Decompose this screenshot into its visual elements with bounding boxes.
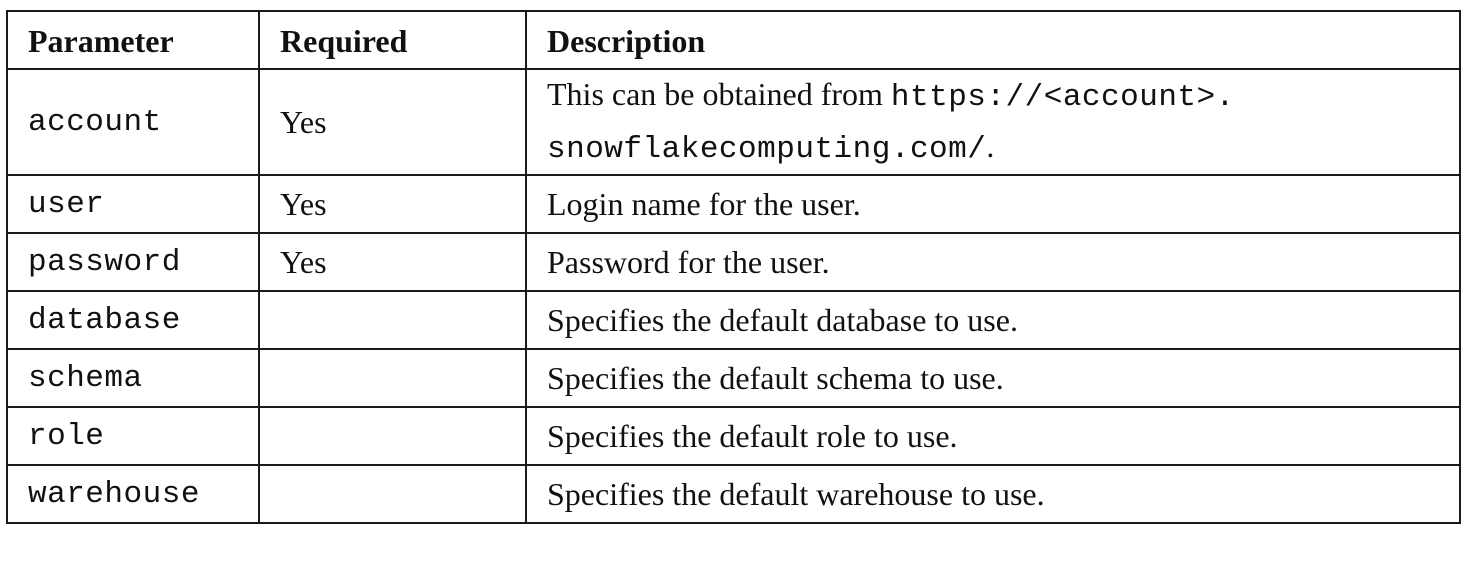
table-row: password Yes Password for the user. [6, 232, 1461, 292]
description-prefix: This can be obtained from [547, 76, 891, 112]
description-cell: Specifies the default schema to use. [525, 348, 1461, 408]
description-cell: Specifies the default database to use. [525, 290, 1461, 350]
table-row: role Specifies the default role to use. [6, 406, 1461, 466]
table-row: schema Specifies the default schema to u… [6, 348, 1461, 408]
required-cell: Yes [258, 232, 527, 292]
header-parameter: Parameter [6, 10, 260, 70]
required-cell [258, 464, 527, 524]
table-row: user Yes Login name for the user. [6, 174, 1461, 234]
header-required: Required [258, 10, 527, 70]
required-cell [258, 406, 527, 466]
parameter-cell: account [6, 68, 260, 176]
description-cell: Password for the user. [525, 232, 1461, 292]
parameters-table: Parameter Required Description account Y… [6, 10, 1461, 524]
required-cell: Yes [258, 174, 527, 234]
parameter-cell: user [6, 174, 260, 234]
header-description: Description [525, 10, 1461, 70]
required-cell [258, 290, 527, 350]
parameter-cell: role [6, 406, 260, 466]
required-cell [258, 348, 527, 408]
description-url-part-2: snowflakecomputing.com/ [547, 132, 987, 167]
description-suffix: . [986, 128, 995, 164]
required-cell: Yes [258, 68, 527, 176]
table-row: database Specifies the default database … [6, 290, 1461, 350]
table-row: account Yes This can be obtained from ht… [6, 68, 1461, 176]
description-cell: This can be obtained from https://<accou… [525, 68, 1461, 176]
description-url-part-1: https://<account>. [890, 80, 1235, 115]
parameter-cell: schema [6, 348, 260, 408]
table-row: warehouse Specifies the default warehous… [6, 464, 1461, 524]
description-cell: Login name for the user. [525, 174, 1461, 234]
parameter-cell: database [6, 290, 260, 350]
description-cell: Specifies the default role to use. [525, 406, 1461, 466]
parameter-cell: password [6, 232, 260, 292]
parameter-cell: warehouse [6, 464, 260, 524]
description-cell: Specifies the default warehouse to use. [525, 464, 1461, 524]
header-row: Parameter Required Description [6, 10, 1461, 70]
